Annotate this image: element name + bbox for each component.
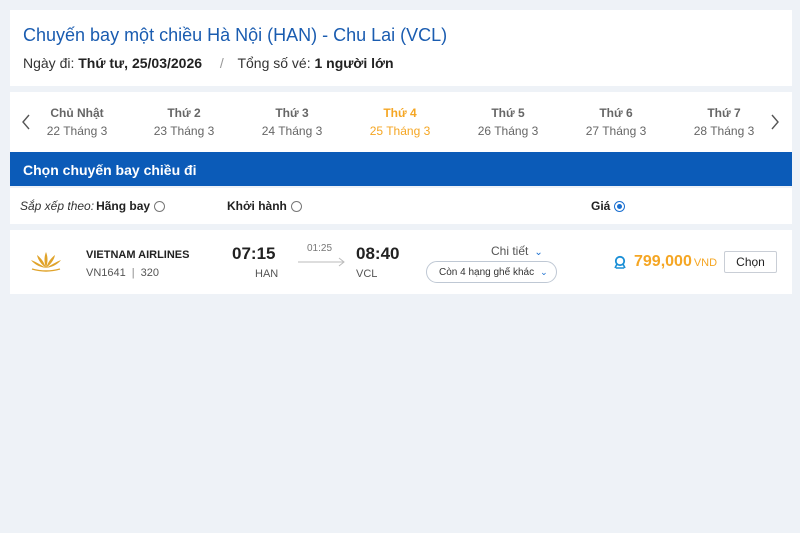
section-header: Chọn chuyến bay chiều đi bbox=[10, 152, 792, 186]
departure-time: 07:15 bbox=[232, 244, 276, 263]
date-tab-fri[interactable]: Thứ 6 27 Tháng 3 bbox=[566, 106, 666, 138]
select-button[interactable]: Chọn bbox=[724, 251, 777, 273]
depart-label: Ngày đi: bbox=[23, 55, 75, 71]
arrival-airport: VCL bbox=[356, 268, 378, 280]
flight-row: VIETNAM AIRLINES VN1641 | 320 07:15 HAN 01… bbox=[10, 230, 792, 294]
currency: VND bbox=[693, 257, 718, 269]
sort-prefix: Sắp xếp theo: bbox=[20, 199, 95, 213]
arrival-time: 08:40 bbox=[356, 244, 400, 263]
seat-icon bbox=[613, 255, 627, 269]
sort-by-departure[interactable]: Khởi hành bbox=[227, 199, 302, 213]
airline-name: VIETNAM AIRLINES bbox=[86, 249, 190, 261]
details-link[interactable]: Chi tiết ⌄ bbox=[491, 244, 543, 258]
radio-departure[interactable] bbox=[290, 200, 302, 212]
chevron-right-icon[interactable] bbox=[770, 114, 780, 133]
arrow-right-icon bbox=[298, 254, 346, 267]
date-tab-tue[interactable]: Thứ 3 24 Tháng 3 bbox=[242, 106, 342, 138]
aircraft-type: 320 bbox=[140, 267, 159, 279]
date-tab-wed[interactable]: Thứ 4 25 Tháng 3 bbox=[350, 106, 450, 138]
flight-meta: VN1641 | 320 bbox=[86, 267, 159, 279]
price: 799,000 VND bbox=[634, 253, 717, 271]
page-title: Chuyến bay một chiều Hà Nội (HAN) - Chu … bbox=[23, 25, 448, 45]
date-tab-mon[interactable]: Thứ 2 23 Tháng 3 bbox=[134, 106, 234, 138]
header-card: Chuyến bay một chiều Hà Nội (HAN) - Chu … bbox=[10, 10, 792, 86]
tickets-label: Tổng số vé: bbox=[237, 55, 311, 71]
sort-by-airline[interactable]: Sắp xếp theo: Hãng bay bbox=[20, 199, 166, 213]
depart-date: Thứ tư, 25/03/2026 bbox=[78, 55, 203, 71]
chevron-down-icon: ⌄ bbox=[540, 266, 548, 277]
departure-airport: HAN bbox=[255, 268, 279, 280]
date-tab-sat[interactable]: Thứ 7 28 Tháng 3 bbox=[674, 106, 774, 138]
trip-summary: Ngày đi: Thứ tư, 25/03/2026 / Tổng số vé… bbox=[23, 55, 394, 71]
flight-number: VN1641 bbox=[86, 267, 126, 279]
price-amount: 799,000 bbox=[634, 253, 692, 270]
chevron-down-icon: ⌄ bbox=[534, 247, 543, 258]
section-title: Chọn chuyến bay chiều đi bbox=[23, 162, 197, 178]
flight-duration: 01:25 bbox=[307, 243, 333, 254]
radio-airline[interactable] bbox=[154, 200, 166, 212]
sort-bar: Sắp xếp theo: Hãng bay Khởi hành Giá bbox=[10, 188, 792, 224]
details-label: Chi tiết bbox=[491, 244, 529, 258]
date-tab-thu[interactable]: Thứ 5 26 Tháng 3 bbox=[458, 106, 558, 138]
divider: | bbox=[131, 267, 135, 279]
date-strip: Chủ Nhật 22 Tháng 3 Thứ 2 23 Tháng 3 Thứ… bbox=[10, 92, 792, 152]
tickets-count: 1 người lớn bbox=[314, 55, 394, 71]
date-tab-sun[interactable]: Chủ Nhật 22 Tháng 3 bbox=[27, 106, 127, 138]
divider: / bbox=[219, 55, 224, 71]
radio-price[interactable] bbox=[614, 200, 626, 212]
other-classes-dropdown[interactable]: Còn 4 hạng ghế khác ⌄ bbox=[426, 261, 557, 283]
other-classes-label: Còn 4 hạng ghế khác bbox=[439, 266, 535, 278]
lotus-logo-icon bbox=[28, 248, 64, 274]
sort-by-price[interactable]: Giá bbox=[591, 199, 626, 213]
